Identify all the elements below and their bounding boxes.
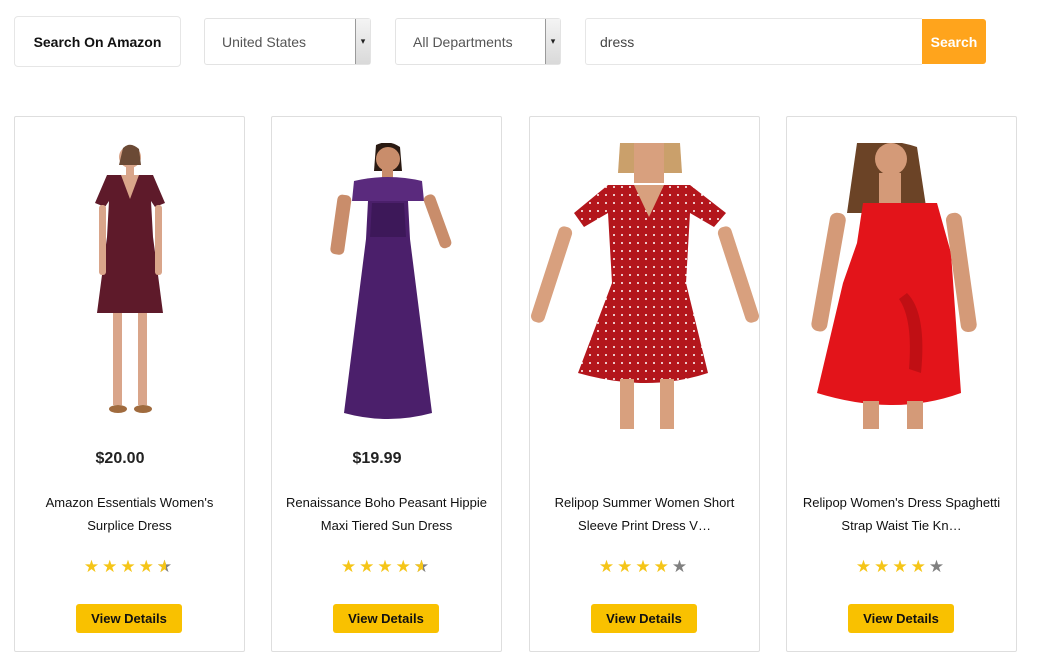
star-icon: ★ bbox=[102, 557, 121, 576]
star-rating: ★★★★★ bbox=[15, 557, 244, 577]
search-bar: Search bbox=[585, 18, 986, 65]
department-select-value: All Departments bbox=[413, 33, 513, 50]
product-card: Relipop Women's Dress Spaghetti Strap Wa… bbox=[786, 116, 1017, 652]
star-rating: ★★★★★ bbox=[530, 557, 759, 577]
chevron-down-icon[interactable]: ▾ bbox=[545, 19, 560, 64]
star-icon: ★ bbox=[910, 557, 929, 576]
star-half-icon: ★ bbox=[157, 557, 175, 577]
product-title[interactable]: Renaissance Boho Peasant Hippie Maxi Tie… bbox=[282, 491, 491, 537]
product-title[interactable]: Relipop Summer Women Short Sleeve Print … bbox=[540, 491, 749, 537]
strap-dress-image bbox=[811, 143, 977, 429]
star-empty-icon: ★ bbox=[928, 557, 948, 576]
top-bar: Search On Amazon United States ▾ All Dep… bbox=[0, 0, 1038, 80]
star-icon: ★ bbox=[892, 557, 911, 576]
product-image[interactable] bbox=[15, 143, 244, 429]
product-card: $20.00 Amazon Essentials Women's Surplic… bbox=[14, 116, 245, 652]
star-icon: ★ bbox=[395, 557, 414, 576]
star-icon: ★ bbox=[340, 557, 360, 576]
star-icon: ★ bbox=[617, 557, 636, 576]
country-select[interactable]: United States ▾ bbox=[204, 18, 371, 65]
view-details-button[interactable]: View Details bbox=[333, 604, 439, 633]
product-card: $19.99 Renaissance Boho Peasant Hippie M… bbox=[271, 116, 502, 652]
chevron-down-icon[interactable]: ▾ bbox=[355, 19, 370, 64]
product-image[interactable] bbox=[787, 143, 1016, 429]
product-card: Relipop Summer Women Short Sleeve Print … bbox=[529, 116, 760, 652]
product-price: $20.00 bbox=[95, 450, 145, 467]
view-details-button[interactable]: View Details bbox=[591, 604, 697, 633]
star-rating: ★★★★★ bbox=[272, 557, 501, 577]
star-icon: ★ bbox=[83, 557, 103, 576]
star-icon: ★ bbox=[635, 557, 654, 576]
star-icon: ★ bbox=[120, 557, 139, 576]
product-title[interactable]: Amazon Essentials Women's Surplice Dress bbox=[25, 491, 234, 537]
print-dress-image bbox=[531, 143, 759, 429]
star-half-icon: ★ bbox=[414, 557, 432, 577]
star-icon: ★ bbox=[653, 557, 672, 576]
star-icon: ★ bbox=[138, 557, 157, 576]
star-icon: ★ bbox=[874, 557, 893, 576]
view-details-button[interactable]: View Details bbox=[848, 604, 954, 633]
product-title[interactable]: Relipop Women's Dress Spaghetti Strap Wa… bbox=[797, 491, 1006, 537]
search-input[interactable] bbox=[585, 18, 922, 65]
star-icon: ★ bbox=[598, 557, 618, 576]
product-price: $19.99 bbox=[352, 450, 402, 467]
star-rating: ★★★★★ bbox=[787, 557, 1016, 577]
search-button[interactable]: Search bbox=[922, 19, 986, 64]
star-empty-icon: ★ bbox=[671, 557, 691, 576]
department-select[interactable]: All Departments ▾ bbox=[395, 18, 561, 65]
star-icon: ★ bbox=[377, 557, 396, 576]
product-image[interactable] bbox=[272, 143, 501, 429]
product-image[interactable] bbox=[530, 143, 759, 429]
maxi-dress-image bbox=[330, 143, 452, 419]
view-details-button[interactable]: View Details bbox=[76, 604, 182, 633]
star-icon: ★ bbox=[855, 557, 875, 576]
page-title: Search On Amazon bbox=[14, 16, 181, 67]
star-icon: ★ bbox=[359, 557, 378, 576]
wrap-dress-image bbox=[95, 144, 165, 413]
country-select-value: United States bbox=[222, 33, 307, 50]
